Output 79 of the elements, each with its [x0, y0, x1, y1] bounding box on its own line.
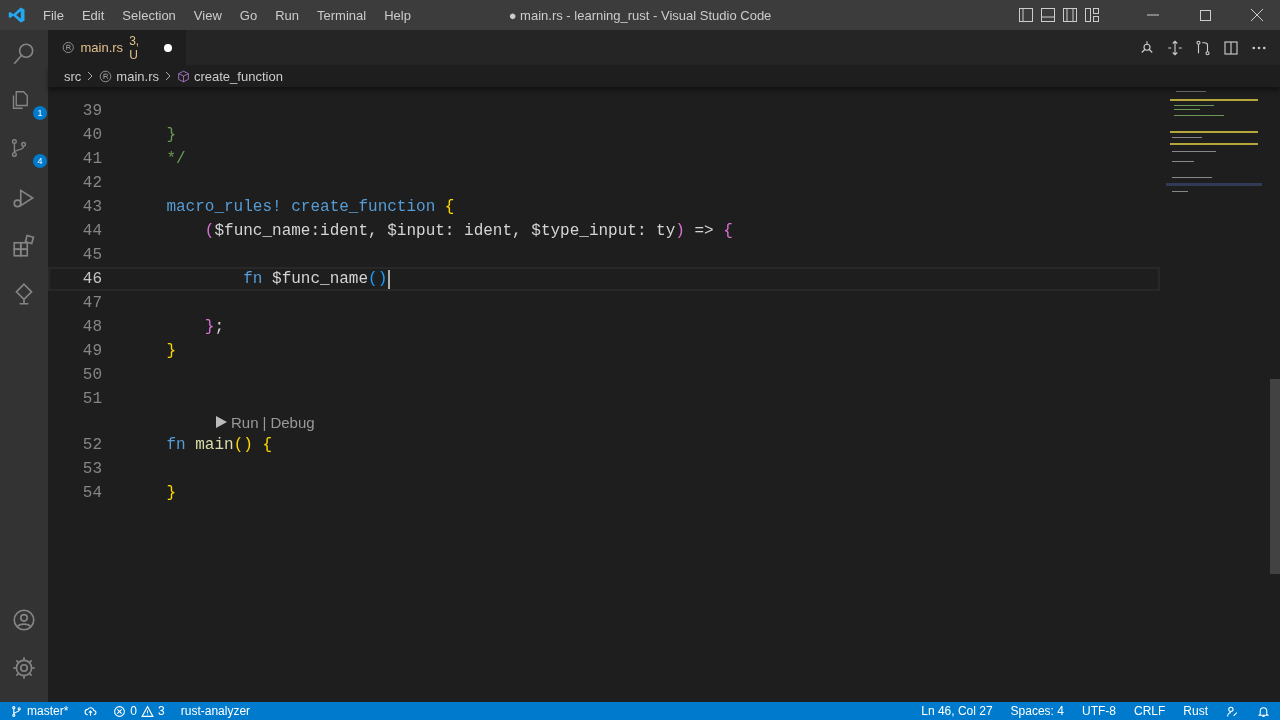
- count-badge: 4: [33, 154, 47, 168]
- warning-count: 3: [158, 704, 165, 718]
- account-icon[interactable]: [11, 607, 37, 633]
- breadcrumb[interactable]: create_function: [193, 68, 283, 84]
- tab-label: main.rs: [80, 40, 124, 55]
- line-number: 46: [81, 270, 103, 288]
- toggle-sidebar-icon[interactable]: [1018, 7, 1034, 23]
- line-number: 48: [81, 318, 103, 336]
- rust-file-icon: [99, 69, 113, 83]
- codelens-link[interactable]: Run: [231, 413, 259, 431]
- toggle-secondary-sidebar-icon[interactable]: [1062, 7, 1078, 23]
- line-number: 40: [81, 126, 103, 144]
- error-count: 0: [130, 704, 138, 718]
- error-icon: [113, 704, 127, 718]
- menu-item[interactable]: Help: [375, 7, 420, 23]
- code-line: }: [165, 342, 176, 360]
- code-line: }: [165, 126, 176, 144]
- problems-status[interactable]: 0 3: [113, 704, 165, 718]
- compare-changes-icon[interactable]: [1194, 38, 1212, 57]
- bell-icon[interactable]: [1257, 704, 1270, 718]
- line-number: 45: [81, 246, 103, 264]
- branch-icon: [10, 704, 23, 718]
- separator: |: [262, 413, 267, 431]
- line-number: 52: [81, 436, 103, 454]
- menu-item[interactable]: Go: [230, 7, 267, 23]
- code-line: */: [165, 150, 186, 168]
- line-number: 53: [81, 460, 103, 478]
- menu-item[interactable]: Selection: [113, 7, 185, 23]
- language-server-status[interactable]: rust-analyzer: [180, 704, 251, 718]
- maximize-icon[interactable]: [1199, 9, 1211, 21]
- code-line: fn main() {: [165, 436, 273, 454]
- status-item[interactable]: Ln 46, Col 27: [921, 704, 993, 718]
- rust-file-icon: [62, 41, 75, 54]
- menu-item[interactable]: File: [34, 7, 73, 23]
- line-number: 44: [81, 222, 103, 240]
- line-number: 42: [81, 174, 103, 192]
- play-icon: [216, 416, 227, 428]
- split-editor-icon[interactable]: [1222, 38, 1240, 57]
- toggle-panel-icon[interactable]: [1040, 7, 1056, 23]
- status-item[interactable]: CRLF: [1133, 704, 1166, 718]
- branch-status[interactable]: master*: [10, 704, 69, 718]
- settings-icon[interactable]: [11, 655, 37, 681]
- split-arrows-icon[interactable]: [1166, 38, 1184, 57]
- code-line: macro_rules! create_function {: [165, 198, 455, 216]
- cube-icon: [176, 69, 190, 83]
- line-number: 50: [81, 366, 103, 384]
- file-status: 3, U: [129, 33, 141, 62]
- status-item[interactable]: Rust: [1183, 704, 1208, 718]
- menu-item[interactable]: Terminal: [308, 7, 376, 23]
- status-item[interactable]: UTF-8: [1081, 704, 1116, 718]
- line-number: 49: [81, 342, 103, 360]
- line-number: 41: [81, 150, 103, 168]
- line-number: 39: [81, 102, 103, 120]
- code-line: };: [203, 318, 225, 336]
- breadcrumb[interactable]: main.rs: [116, 68, 159, 84]
- extensions-icon[interactable]: [11, 233, 37, 259]
- warning-icon: [141, 704, 155, 718]
- line-number: 51: [81, 390, 103, 408]
- line-number: 47: [81, 294, 103, 312]
- menu-item[interactable]: View: [184, 7, 231, 23]
- code-line: }: [165, 484, 176, 502]
- code-line: ($func_name:ident, $input: ident, $type_input: ty) => {: [203, 222, 733, 240]
- code-line: fn $func_name(): [242, 270, 388, 288]
- breadcrumb[interactable]: src: [64, 68, 82, 84]
- scrollbar-thumb[interactable]: [1270, 379, 1280, 574]
- line-number: 43: [81, 198, 103, 216]
- menu-item[interactable]: Run: [266, 7, 308, 23]
- feedback-icon[interactable]: [1226, 704, 1239, 718]
- app-logo-icon: [8, 6, 26, 24]
- text-cursor: [388, 269, 391, 289]
- cloud-upload-icon[interactable]: [84, 704, 98, 718]
- count-badge: 1: [33, 106, 47, 120]
- close-icon[interactable]: [1251, 9, 1263, 21]
- layout-icon[interactable]: [1084, 7, 1100, 23]
- window-title: ● main.rs - learning_rust - Visual Studio Code: [508, 7, 772, 23]
- menu-item[interactable]: Edit: [72, 7, 114, 23]
- codelens-link[interactable]: Debug: [270, 413, 315, 431]
- line-number: 54: [81, 484, 103, 502]
- status-item[interactable]: Spaces: 4: [1010, 704, 1064, 718]
